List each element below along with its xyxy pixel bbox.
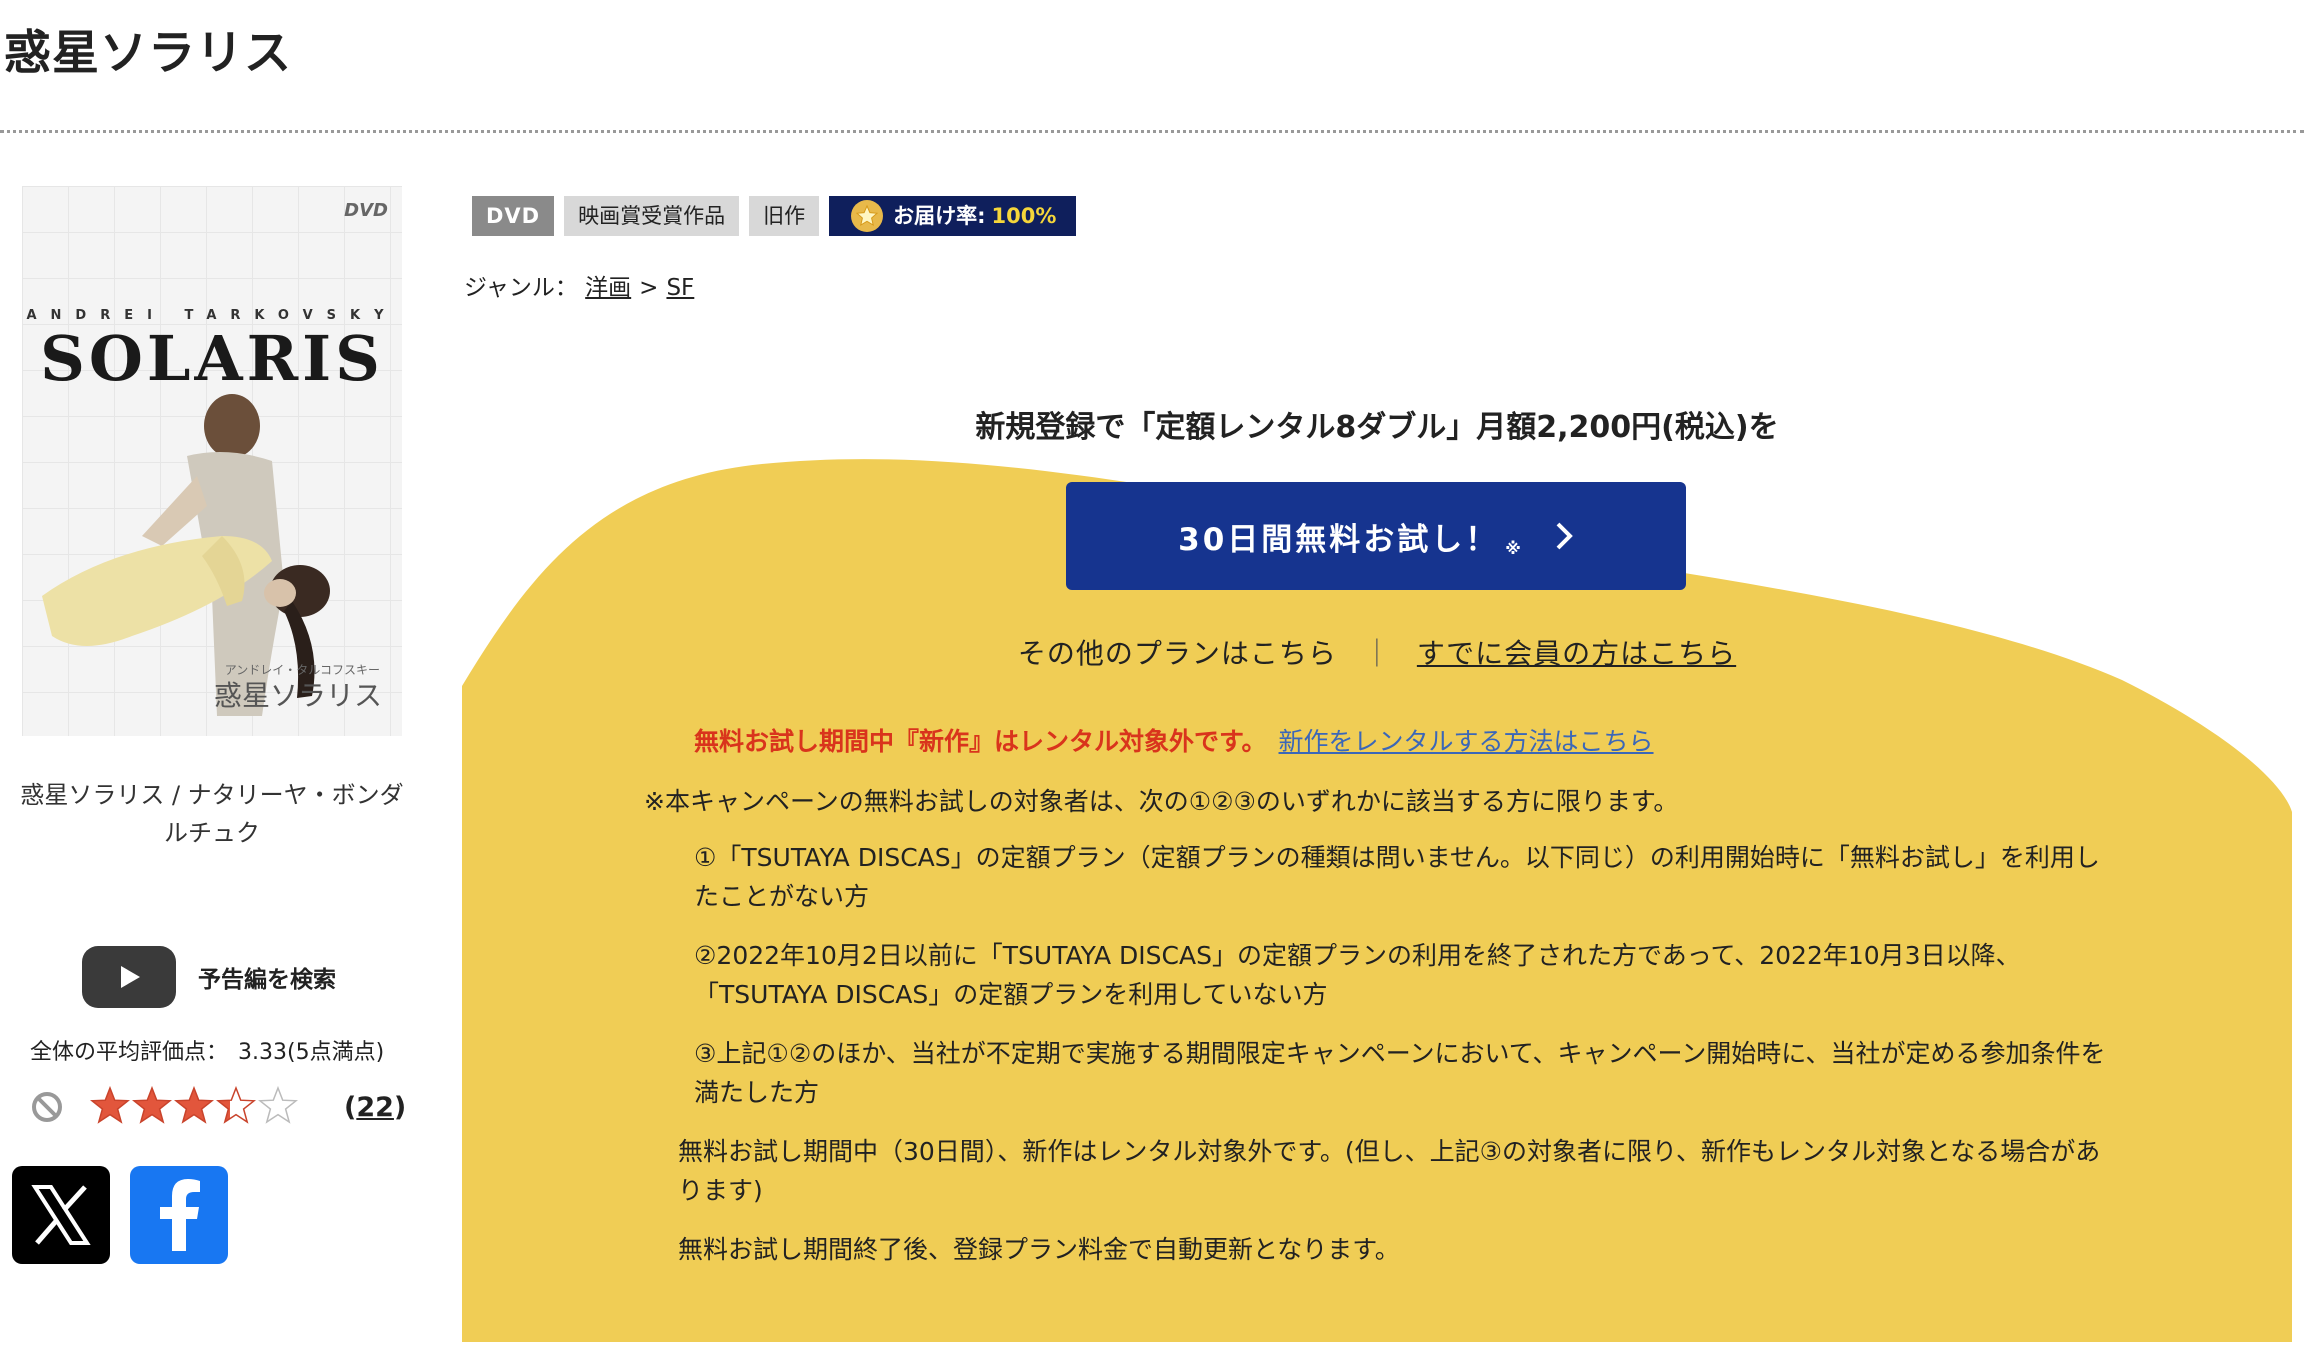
- rating-stars[interactable]: [90, 1086, 298, 1126]
- chevron-right-icon: [1556, 522, 1573, 550]
- average-rating: 全体の平均評価点： 3.33(5点満点): [30, 1034, 384, 1066]
- x-logo-icon: [31, 1185, 91, 1245]
- genre-separator: >: [639, 275, 659, 301]
- trial-eligibility-heading: ※本キャンペーンの無料お試しの対象者は、次の①②③のいずれかに該当する方に限りま…: [644, 787, 1679, 816]
- trailer-search-link[interactable]: 予告編を検索: [82, 946, 336, 1008]
- genre-label: ジャンル：: [464, 275, 578, 301]
- existing-member-link[interactable]: すでに会員の方はこちら: [1417, 637, 1736, 670]
- promo-headline: 新規登録で「定額レンタル8ダブル」月額2,200円(税込)を: [975, 410, 1779, 445]
- plan-links-divider: ｜: [1362, 637, 1391, 670]
- facebook-share-button[interactable]: [130, 1166, 228, 1264]
- rating-star-icon: [132, 1086, 172, 1124]
- other-plans-link[interactable]: その他のプランはこちら: [1018, 637, 1337, 670]
- rating-star-icon: [216, 1086, 256, 1124]
- jacket-logo: SOLARIS: [40, 322, 384, 395]
- item-tags: DVD 映画賞受賞作品 旧作 お届け率: 100%: [472, 196, 1077, 236]
- jacket-jp-title: 惑星ソラリス: [213, 679, 382, 712]
- rating-star-icon: [174, 1086, 214, 1124]
- facebook-logo-icon: [160, 1179, 200, 1251]
- review-count-link[interactable]: 22: [356, 1092, 394, 1123]
- trailer-search-label: 予告編を検索: [198, 967, 336, 993]
- jacket-dvd-mark: DVD: [344, 200, 388, 221]
- rating-star-icon: [258, 1086, 298, 1124]
- tag-award-winner: 映画賞受賞作品: [564, 196, 740, 236]
- gold-star-icon: [851, 200, 884, 232]
- new-release-notice: 無料お試し期間中『新作』はレンタル対象外です。 新作をレンタルする方法はこちら: [694, 722, 1654, 758]
- page-title: 惑星ソラリス: [4, 26, 292, 81]
- free-trial-button[interactable]: 30日間無料お試し！ ※: [1066, 482, 1686, 590]
- plan-links: その他のプランはこちら ｜ すでに会員の方はこちら: [462, 632, 2292, 672]
- free-trial-label: 30日間無料お試し！: [1178, 521, 1500, 558]
- eligibility-condition-2: ②2022年10月2日以前に「TSUTAYA DISCAS」の定額プランの利用を…: [694, 941, 2021, 1009]
- delivery-rate-value: 100%: [991, 204, 1057, 228]
- rating-label: 全体の平均評価点：: [30, 1040, 229, 1065]
- delivery-rate-label: お届け率:: [893, 204, 986, 228]
- title-cast-caption: 惑星ソラリス / ナタリーヤ・ボンダルチュク: [20, 781, 404, 847]
- x-share-button[interactable]: [12, 1166, 110, 1264]
- delivery-rate-badge: お届け率: 100%: [829, 196, 1077, 236]
- review-count[interactable]: (22): [344, 1092, 406, 1123]
- trial-new-release-note: 無料お試し期間中（30日間）、新作はレンタル対象外です。(但し、上記③の対象者に…: [678, 1137, 2101, 1205]
- eligibility-condition-1: ①「TSUTAYA DISCAS」の定額プラン（定額プランの種類は問いません。以…: [694, 843, 2100, 911]
- tag-old-release: 旧作: [749, 196, 820, 236]
- rating-value: 3.33(5点満点): [238, 1040, 385, 1065]
- new-release-warning: 無料お試し期間中『新作』はレンタル対象外です。: [694, 727, 1267, 756]
- dotted-divider: [0, 130, 2304, 133]
- genre-link-sf[interactable]: SF: [666, 275, 694, 301]
- youtube-play-icon: [82, 946, 176, 1008]
- rating-star-icon: [90, 1086, 130, 1124]
- auto-renewal-note: 無料お試し期間終了後、登録プラン料金で自動更新となります。: [678, 1235, 1400, 1264]
- eligibility-condition-3: ③上記①②のほか、当社が不定期で実施する期間限定キャンペーンにおいて、キャンペー…: [694, 1039, 2106, 1107]
- free-trial-note-mark: ※: [1505, 538, 1524, 558]
- genre-breadcrumb: ジャンル： 洋画 > SF: [464, 268, 694, 302]
- genre-link-yoga[interactable]: 洋画: [585, 275, 631, 301]
- jacket-director-name: ANDREI TARKOVSKY: [26, 308, 398, 323]
- tag-dvd: DVD: [472, 196, 555, 236]
- no-rating-icon[interactable]: [30, 1090, 64, 1124]
- new-release-howto-link[interactable]: 新作をレンタルする方法はこちら: [1279, 727, 1654, 756]
- dvd-jacket-image[interactable]: DVD ANDREI TARKOVSKY SOLARIS アンドレイ・タルコフス…: [22, 186, 402, 736]
